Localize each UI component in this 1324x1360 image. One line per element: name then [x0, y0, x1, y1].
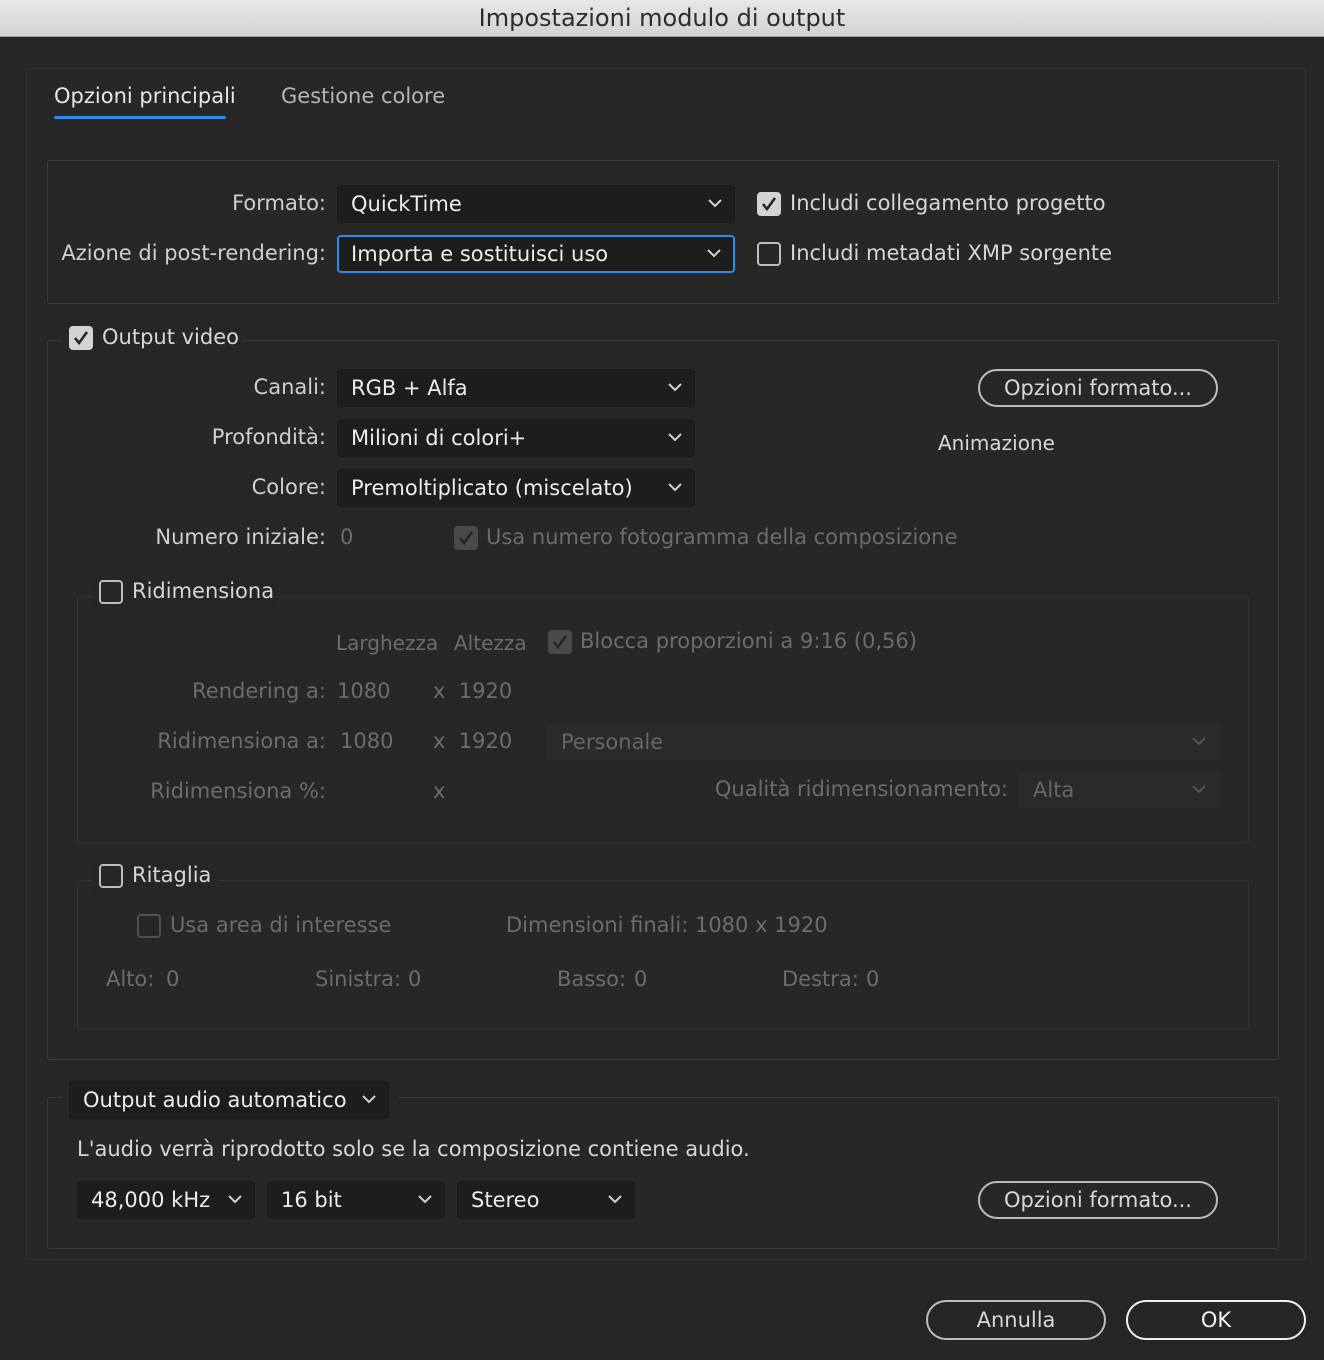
- output-video-label: Output video: [102, 325, 239, 349]
- resize-quality-value: Alta: [1033, 778, 1075, 802]
- post-render-dropdown[interactable]: Importa e sostituisci uso: [337, 235, 735, 273]
- resize-to-width[interactable]: 1080: [340, 729, 393, 753]
- lock-aspect-label: Blocca proporzioni a 9:16 (0,56): [580, 629, 917, 653]
- resize-preset-dropdown[interactable]: Personale: [547, 723, 1219, 761]
- format-dropdown[interactable]: QuickTime: [337, 185, 735, 223]
- chevron-down-icon: [1192, 737, 1206, 746]
- resize-label: Ridimensiona: [132, 579, 275, 603]
- resize-pct-x: x: [433, 779, 446, 803]
- crop-section: [77, 880, 1249, 1030]
- checkmark-icon: [73, 331, 89, 346]
- chevron-down-icon: [708, 199, 722, 208]
- use-comp-frame-checkbox[interactable]: [454, 526, 478, 550]
- crop-bottom-label: Basso:: [557, 967, 627, 991]
- render-at-label: Rendering a:: [192, 679, 326, 703]
- depth-label: Profondità:: [211, 425, 326, 449]
- chevron-down-icon: [668, 433, 682, 442]
- audio-format-options-button[interactable]: Opzioni formato...: [978, 1181, 1218, 1219]
- chevron-down-icon: [668, 383, 682, 392]
- include-project-link-checkbox[interactable]: [757, 192, 781, 216]
- resize-checkbox[interactable]: [99, 580, 123, 604]
- chevron-down-icon: [362, 1095, 376, 1104]
- window-title: Impostazioni modulo di output: [0, 0, 1324, 37]
- crop-left-label: Sinistra:: [315, 967, 402, 991]
- resize-preset-value: Personale: [561, 730, 664, 754]
- cancel-button[interactable]: Annulla: [926, 1300, 1106, 1340]
- resize-pct-label: Ridimensiona %:: [150, 779, 326, 803]
- resize-to-height[interactable]: x 1920: [433, 729, 512, 753]
- checkmark-icon: [552, 635, 568, 650]
- start-number-value[interactable]: 0: [340, 525, 353, 549]
- depth-dropdown[interactable]: Milioni di colori+: [337, 419, 695, 457]
- crop-top-label: Alto:: [106, 967, 155, 991]
- ok-button[interactable]: OK: [1126, 1300, 1306, 1340]
- chevron-down-icon: [707, 249, 721, 258]
- audio-mode-value: Output audio automatico: [83, 1088, 347, 1112]
- crop-left-value[interactable]: 0: [408, 967, 421, 991]
- audio-mode-dropdown[interactable]: Output audio automatico: [69, 1081, 389, 1119]
- include-xmp-label: Includi metadati XMP sorgente: [790, 241, 1113, 265]
- chevron-down-icon: [418, 1195, 432, 1204]
- general-section: [47, 160, 1279, 304]
- channels-value: RGB + Alfa: [351, 376, 468, 400]
- audio-channels-dropdown[interactable]: Stereo: [457, 1181, 635, 1219]
- include-xmp-checkbox[interactable]: [757, 242, 781, 266]
- tab-color-management[interactable]: Gestione colore: [281, 84, 445, 108]
- sample-rate-value: 48,000 kHz: [91, 1188, 211, 1212]
- crop-top-value[interactable]: 0: [166, 967, 179, 991]
- width-header: Larghezza: [336, 631, 439, 655]
- format-value: QuickTime: [351, 192, 462, 216]
- color-label: Colore:: [251, 475, 326, 499]
- color-dropdown[interactable]: Premoltiplicato (miscelato): [337, 469, 695, 507]
- resize-quality-dropdown[interactable]: Alta: [1019, 771, 1219, 809]
- chevron-down-icon: [668, 483, 682, 492]
- channels-label: Canali:: [253, 375, 326, 399]
- crop-label: Ritaglia: [132, 863, 212, 887]
- bit-depth-dropdown[interactable]: 16 bit: [267, 1181, 445, 1219]
- chevron-down-icon: [228, 1195, 242, 1204]
- use-roi-label: Usa area di interesse: [170, 913, 392, 937]
- start-number-label: Numero iniziale:: [155, 525, 326, 549]
- resize-quality-label: Qualità ridimensionamento:: [714, 777, 1008, 801]
- post-render-value: Importa e sostituisci uso: [351, 242, 609, 266]
- lock-aspect-checkbox[interactable]: [548, 630, 572, 654]
- audio-note: L'audio verrà riprodotto solo se la comp…: [77, 1137, 750, 1161]
- channels-dropdown[interactable]: RGB + Alfa: [337, 369, 695, 407]
- color-value: Premoltiplicato (miscelato): [351, 476, 633, 500]
- tab-main-options[interactable]: Opzioni principali: [54, 84, 236, 108]
- crop-right-label: Destra:: [782, 967, 859, 991]
- tab-active-indicator: [54, 116, 226, 119]
- crop-checkbox[interactable]: [99, 864, 123, 888]
- resize-to-label: Ridimensiona a:: [157, 729, 326, 753]
- bit-depth-value: 16 bit: [281, 1188, 342, 1212]
- audio-channels-value: Stereo: [471, 1188, 540, 1212]
- include-project-link-label: Includi collegamento progetto: [790, 191, 1106, 215]
- post-render-label: Azione di post-rendering:: [61, 241, 326, 265]
- video-format-options-button[interactable]: Opzioni formato...: [978, 369, 1218, 407]
- depth-value: Milioni di colori+: [351, 426, 527, 450]
- format-label: Formato:: [232, 191, 326, 215]
- crop-bottom-value[interactable]: 0: [634, 967, 647, 991]
- use-comp-frame-label: Usa numero fotogramma della composizione: [486, 525, 958, 549]
- sample-rate-dropdown[interactable]: 48,000 kHz: [77, 1181, 255, 1219]
- codec-name: Animazione: [938, 431, 1055, 455]
- render-at-height: x 1920: [433, 679, 513, 703]
- output-video-checkbox[interactable]: [69, 326, 93, 350]
- render-at-width: 1080: [337, 679, 391, 703]
- use-roi-checkbox[interactable]: [137, 914, 161, 938]
- chevron-down-icon: [608, 1195, 622, 1204]
- checkmark-icon: [458, 531, 474, 546]
- chevron-down-icon: [1192, 785, 1206, 794]
- crop-right-value[interactable]: 0: [866, 967, 879, 991]
- checkmark-icon: [761, 197, 777, 212]
- height-header: Altezza: [454, 631, 527, 655]
- final-size-text: Dimensioni finali: 1080 x 1920: [506, 913, 828, 937]
